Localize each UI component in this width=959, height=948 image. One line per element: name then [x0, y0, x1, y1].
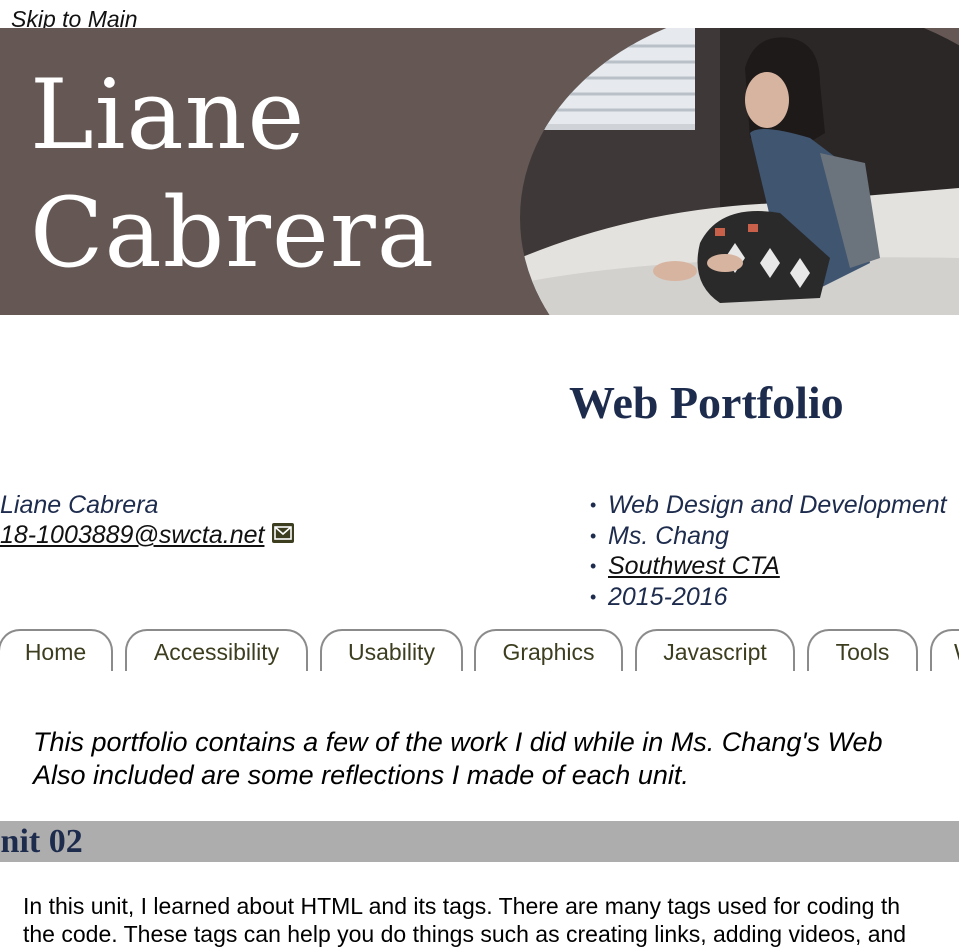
nav-tab-graphics[interactable]: Graphics: [474, 629, 623, 671]
info-school: Southwest CTA: [590, 551, 947, 582]
nav-tab-tools[interactable]: Tools: [807, 629, 918, 671]
main-nav: Home Accessibility Usability Graphics Ja…: [0, 629, 959, 675]
school-link[interactable]: Southwest CTA: [608, 552, 780, 580]
email-link[interactable]: 18-1003889@swcta.net: [0, 520, 264, 550]
header-banner: Liane Cabrera: [0, 28, 959, 315]
contact-email-row: 18-1003889@swcta.net: [0, 520, 295, 550]
intro-line-2: Also included are some reflections I mad…: [33, 760, 689, 790]
page-title: Web Portfolio: [569, 377, 844, 428]
section-header-bar: Unit 02: [0, 821, 959, 862]
contact-block: Liane Cabrera 18-1003889@swcta.net: [0, 490, 295, 550]
contact-name: Liane Cabrera: [0, 491, 159, 519]
info-year: 2015-2016: [590, 582, 947, 613]
nav-tab-usability[interactable]: Usability: [320, 629, 463, 671]
nav-tab-accessibility[interactable]: Accessibility: [125, 629, 308, 671]
course-info-list: Web Design and Development Ms. Chang Sou…: [590, 490, 947, 612]
section-body-line-2: the code. These tags can help you do thi…: [23, 921, 907, 947]
banner-last-name: Cabrera: [30, 177, 435, 289]
intro-line-1: This portfolio contains a few of the wor…: [33, 727, 883, 757]
info-teacher: Ms. Chang: [590, 521, 947, 552]
intro-text: This portfolio contains a few of the wor…: [33, 726, 883, 792]
section-title: Unit 02: [0, 823, 83, 860]
mail-icon[interactable]: [272, 523, 295, 543]
nav-tab-javascript[interactable]: Javascript: [635, 629, 795, 671]
banner-photo: [520, 28, 959, 315]
info-course: Web Design and Development: [590, 490, 947, 521]
nav-tab-partial[interactable]: W: [930, 629, 959, 671]
nav-tab-home[interactable]: Home: [0, 629, 113, 671]
section-body-line-1: In this unit, I learned about HTML and i…: [23, 893, 901, 919]
banner-name: Liane Cabrera: [30, 56, 435, 292]
banner-first-name: Liane: [30, 59, 306, 171]
section-body: In this unit, I learned about HTML and i…: [23, 892, 906, 948]
